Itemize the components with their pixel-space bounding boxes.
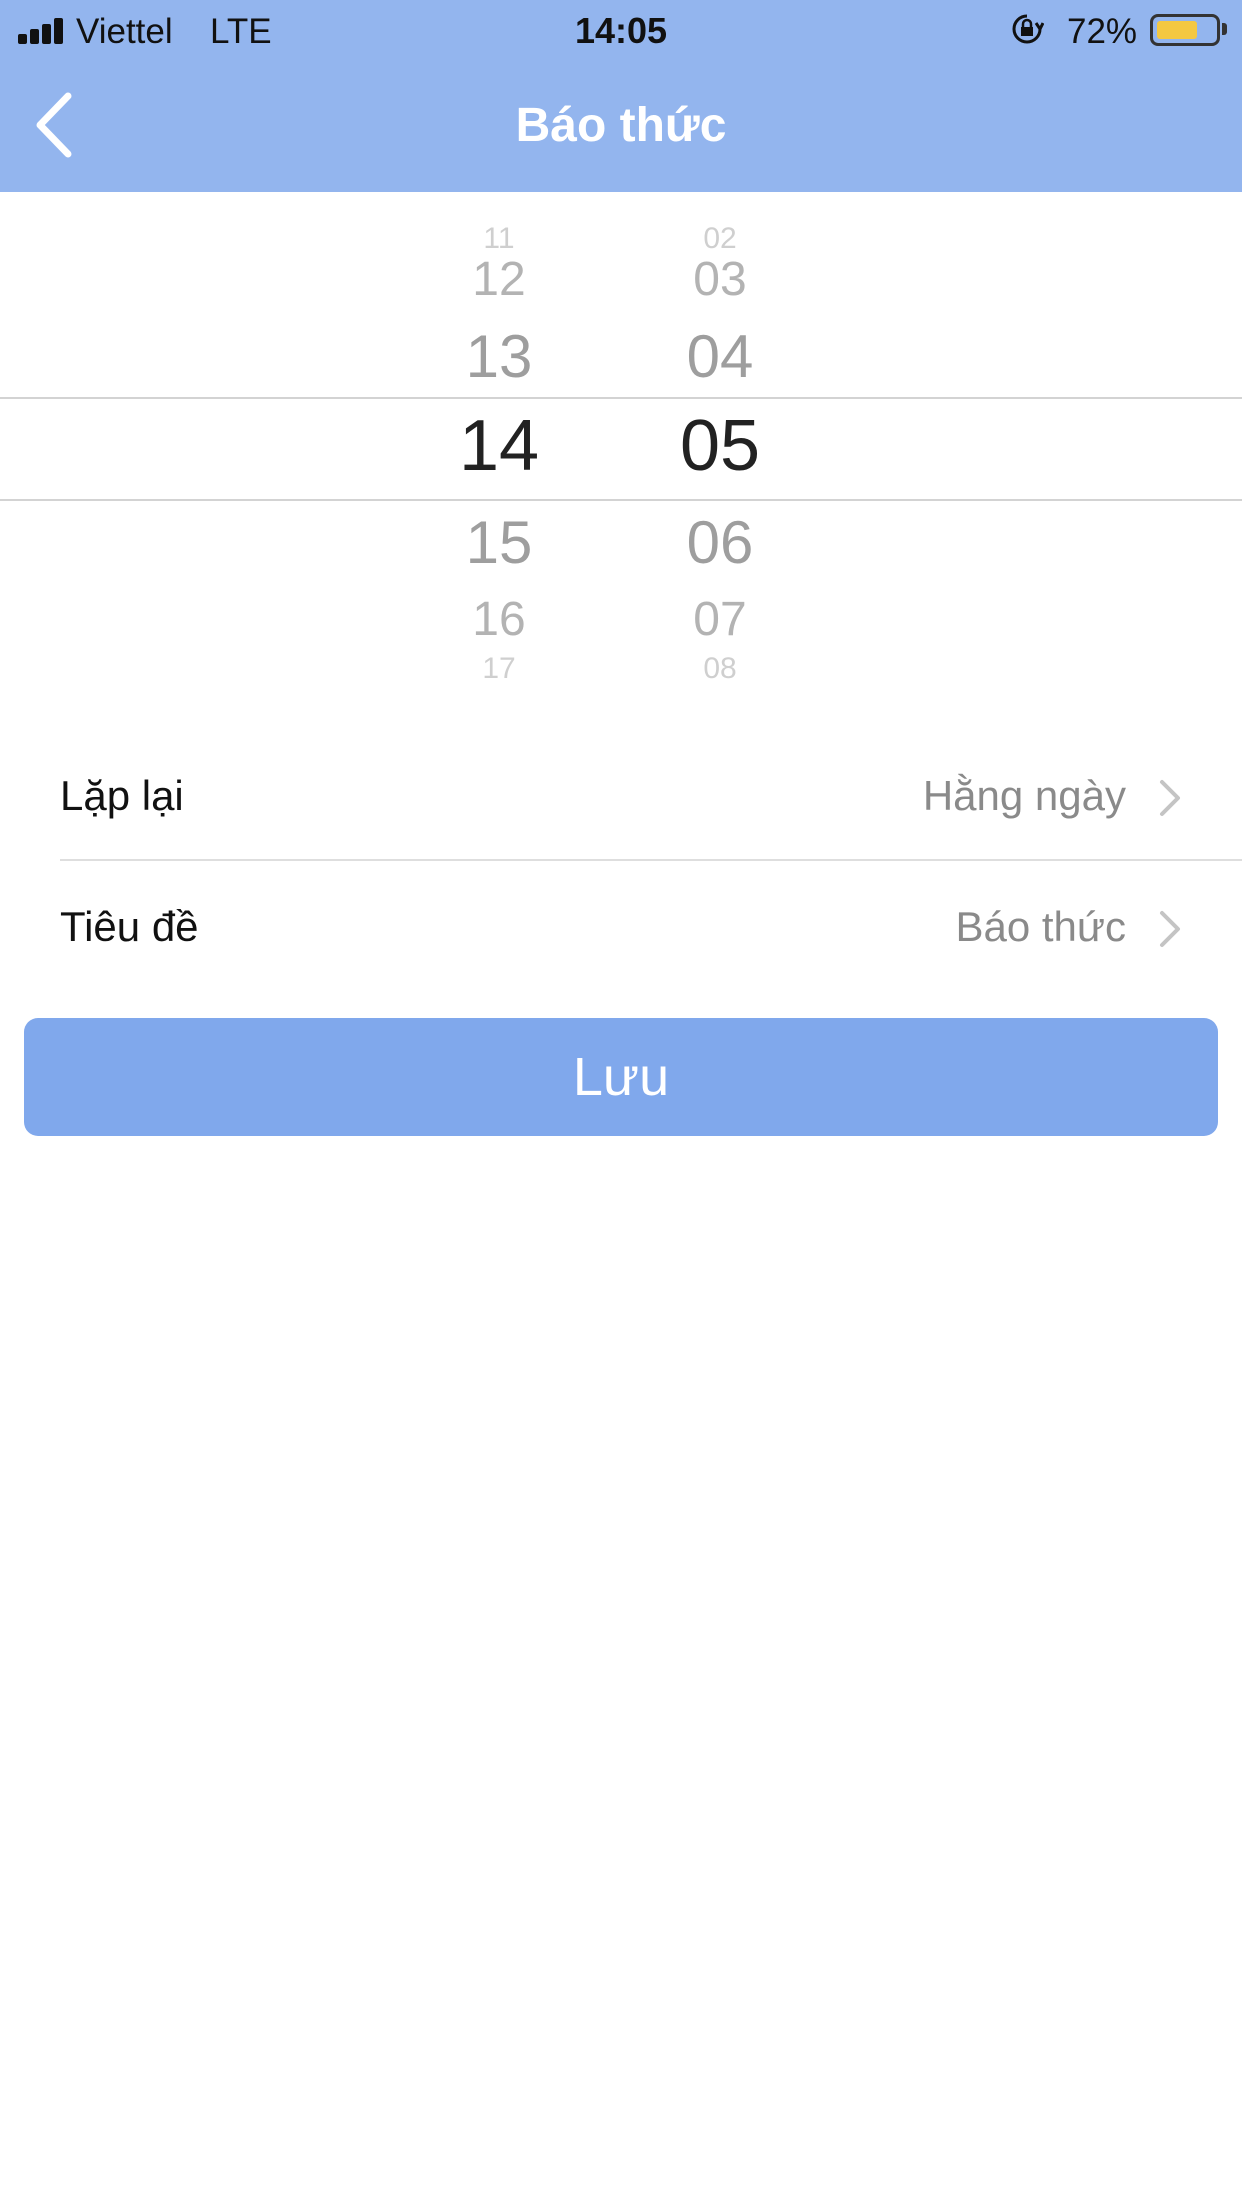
chevron-right-icon	[1160, 911, 1180, 947]
title-row[interactable]: Tiêu đề Báo thức	[0, 861, 1242, 991]
hour-option[interactable]: 13	[419, 322, 579, 391]
minute-option-selected[interactable]: 05	[640, 405, 800, 487]
save-button[interactable]: Lưu	[24, 1018, 1218, 1136]
hour-option[interactable]: 17	[419, 652, 579, 686]
title-value: Báo thức	[955, 903, 1126, 950]
hour-option[interactable]: 12	[419, 252, 579, 307]
hour-option[interactable]: 16	[419, 592, 579, 647]
minute-option[interactable]: 04	[640, 322, 800, 391]
status-time: 14:05	[574, 10, 668, 51]
title-label: Tiêu đề	[60, 903, 199, 950]
repeat-label: Lặp lại	[60, 772, 184, 819]
page-title: Báo thức	[515, 99, 727, 152]
battery-icon	[1150, 14, 1220, 46]
hour-wheel[interactable]: 11 12 13 14 15 16 17	[419, 192, 579, 692]
header-bar: Viettel LTE 14:05 72% Báo thức	[0, 0, 1242, 192]
picker-selection-bottom	[0, 499, 1242, 501]
status-bar: Viettel LTE 14:05 72%	[0, 0, 1242, 62]
minute-option[interactable]: 03	[640, 252, 800, 307]
navigation-bar: Báo thức	[0, 62, 1242, 192]
chevron-right-icon	[1160, 780, 1180, 816]
minute-wheel[interactable]: 02 03 04 05 06 07 08	[640, 192, 800, 692]
hour-option[interactable]: 15	[419, 508, 579, 577]
minute-option[interactable]: 08	[640, 652, 800, 686]
minute-option[interactable]: 07	[640, 592, 800, 647]
minute-option[interactable]: 02	[640, 222, 800, 256]
battery-percent: 72%	[1067, 12, 1138, 51]
orientation-lock-icon	[1012, 14, 1044, 44]
minute-option[interactable]: 06	[640, 508, 800, 577]
battery-level	[1157, 21, 1197, 39]
battery-tip	[1222, 23, 1227, 35]
repeat-value: Hằng ngày	[922, 772, 1126, 819]
repeat-row[interactable]: Lặp lại Hằng ngày	[0, 730, 1242, 860]
picker-selection-top	[0, 397, 1242, 399]
hour-option-selected[interactable]: 14	[419, 405, 579, 487]
time-picker[interactable]: 11 12 13 14 15 16 17 02 03 04 05 06 07 0…	[0, 192, 1242, 692]
hour-option[interactable]: 11	[419, 222, 579, 256]
